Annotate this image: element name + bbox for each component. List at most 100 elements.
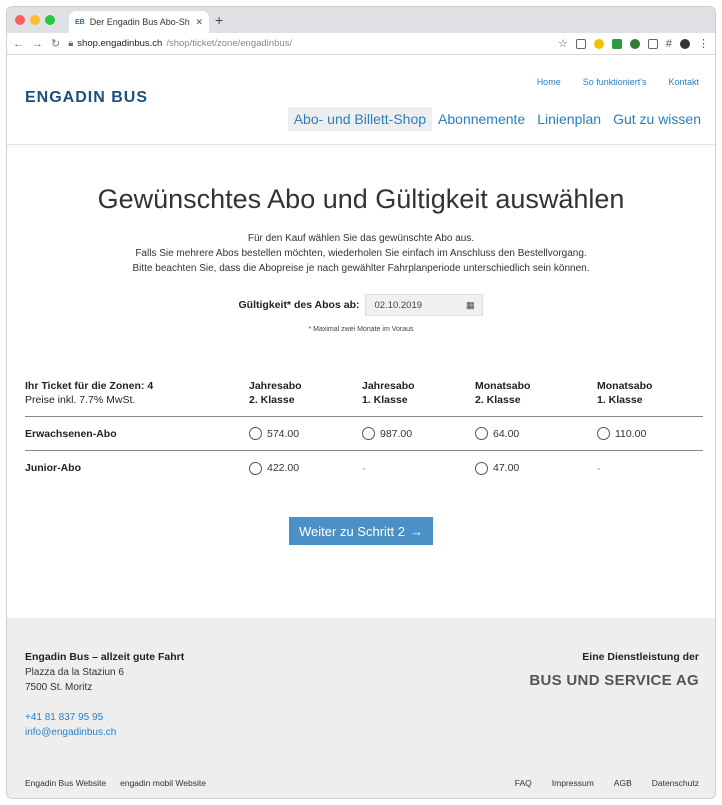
email-link[interactable]: info@engadinbus.ch xyxy=(25,725,116,740)
radio-button[interactable] xyxy=(475,427,488,440)
back-icon[interactable]: ← xyxy=(13,38,24,50)
column-header-line: 1. Klasse xyxy=(362,394,408,406)
favicon-icon: EB xyxy=(75,18,85,26)
reload-icon[interactable]: ↻ xyxy=(51,37,60,50)
price-value: 47.00 xyxy=(493,462,520,474)
price-value: - xyxy=(362,463,366,475)
phone-link[interactable]: +41 81 837 95 95 xyxy=(25,710,116,725)
column-header-line: 2. Klasse xyxy=(249,394,295,406)
top-links: Home So funktioniert's Kontakt xyxy=(537,77,699,87)
top-link-contact[interactable]: Kontakt xyxy=(668,77,699,87)
radio-button[interactable] xyxy=(597,427,610,440)
price-option[interactable]: 987.00 xyxy=(362,427,475,440)
footer-link-agb[interactable]: AGB xyxy=(614,778,632,788)
nav-item-good-to-know[interactable]: Gut zu wissen xyxy=(607,107,707,131)
price-option[interactable]: 110.00 xyxy=(597,427,703,440)
table-row: Junior-Abo 422.00 - 47.00 - xyxy=(25,451,703,485)
price-value: 574.00 xyxy=(267,427,300,440)
radio-button[interactable] xyxy=(362,427,375,440)
intro-line: Für den Kauf wählen Sie das gewünschte A… xyxy=(247,233,475,244)
nav-item-subscriptions[interactable]: Abonnemente xyxy=(432,107,531,131)
browser-tab[interactable]: EB Der Engadin Bus Abo-Shop für ✕ xyxy=(69,11,209,33)
next-step-label: Weiter zu Schritt 2 xyxy=(299,523,405,539)
extension-icon[interactable] xyxy=(647,38,658,49)
maximize-window-button[interactable] xyxy=(45,15,55,25)
new-tab-icon[interactable]: + xyxy=(215,12,223,28)
engadin-bus-logo[interactable]: ENGADIN BUS xyxy=(25,89,148,107)
price-value: 422.00 xyxy=(267,462,300,474)
price-option[interactable]: 574.00 xyxy=(249,427,362,440)
column-header: Jahresabo 2. Klasse xyxy=(249,379,362,407)
extension-icon[interactable] xyxy=(611,38,622,49)
column-header: Jahresabo 1. Klasse xyxy=(362,379,475,407)
calendar-icon[interactable]: ▦ xyxy=(466,300,475,311)
column-header: Monatsabo 1. Klasse xyxy=(597,379,703,407)
footer-link-datenschutz[interactable]: Datenschutz xyxy=(652,778,699,788)
nav-item-route-map[interactable]: Linienplan xyxy=(531,107,607,131)
star-icon[interactable]: ☆ xyxy=(558,37,568,50)
nav-item-shop[interactable]: Abo- und Billett-Shop xyxy=(287,107,433,131)
intro-line: Bitte beachten Sie, dass die Abopreise j… xyxy=(132,263,590,274)
site-footer: Engadin Bus – allzeit gute Fahrt Plazza … xyxy=(7,618,715,798)
site-header: ENGADIN BUS Home So funktioniert's Konta… xyxy=(7,55,715,145)
footer-contact: +41 81 837 95 95 info@engadinbus.ch xyxy=(25,710,116,740)
column-header-line: Monatsabo xyxy=(597,380,653,392)
price-note: Preise inkl. 7.7% MwSt. xyxy=(25,394,136,406)
radio-button[interactable] xyxy=(249,427,262,440)
extension-icon[interactable] xyxy=(575,38,586,49)
validity-date-input[interactable]: 02.10.2019 ▦ xyxy=(365,294,484,316)
bus-und-service-logo[interactable]: BUS UND SERVICE AG xyxy=(529,672,699,689)
validity-row: Gültigkeit* des Abos ab: 02.10.2019 ▦ xyxy=(7,294,715,316)
extension-icon[interactable] xyxy=(629,38,640,49)
next-step-button[interactable]: Weiter zu Schritt 2 → xyxy=(289,517,433,545)
row-label: Junior-Abo xyxy=(25,462,81,474)
main-nav: Abo- und Billett-Shop Abonnemente Linien… xyxy=(287,107,707,131)
close-tab-icon[interactable]: ✕ xyxy=(195,17,203,28)
extension-icons: ☆ # ⋮ xyxy=(558,37,709,51)
zone-label: Ihr Ticket für die Zonen: 4 xyxy=(25,380,154,392)
price-table: Ihr Ticket für die Zonen: 4 Preise inkl.… xyxy=(25,379,703,485)
row-label: Erwachsenen-Abo xyxy=(25,427,117,440)
price-value: 64.00 xyxy=(493,427,520,440)
extension-icon[interactable]: # xyxy=(666,38,672,50)
footer-link-website[interactable]: Engadin Bus Website xyxy=(25,778,106,788)
validity-note: * Maximal zwei Monate im Voraus xyxy=(308,326,414,333)
radio-button[interactable] xyxy=(475,461,488,475)
top-link-home[interactable]: Home xyxy=(537,77,561,87)
window-controls xyxy=(15,15,55,25)
top-link-how-it-works[interactable]: So funktioniert's xyxy=(583,77,647,87)
footer-left-links: Engadin Bus Website engadin mobil Websit… xyxy=(25,778,206,788)
validity-date-value: 02.10.2019 xyxy=(374,299,423,311)
url-field[interactable]: 🔒︎ shop.engadinbus.ch/shop/ticket/zone/e… xyxy=(68,38,550,49)
price-unavailable: - xyxy=(362,459,475,477)
zone-header: Ihr Ticket für die Zonen: 4 Preise inkl.… xyxy=(25,379,249,407)
footer-service-label: Eine Dienstleistung der xyxy=(582,651,699,663)
price-option[interactable]: 422.00 xyxy=(249,461,362,475)
footer-link-impressum[interactable]: Impressum xyxy=(552,778,594,788)
extension-icon[interactable] xyxy=(593,38,604,49)
tab-title: Der Engadin Bus Abo-Shop für xyxy=(89,17,191,27)
table-row: Erwachsenen-Abo 574.00 987.00 64.00 110.… xyxy=(25,417,703,451)
footer-company: Engadin Bus – allzeit gute Fahrt xyxy=(25,651,185,663)
price-option[interactable]: 64.00 xyxy=(475,427,597,440)
address-line: 7500 St. Moritz xyxy=(25,682,93,693)
minimize-window-button[interactable] xyxy=(30,15,40,25)
browser-window: EB Der Engadin Bus Abo-Shop für ✕ + ← → … xyxy=(6,6,716,799)
intro-text: Für den Kauf wählen Sie das gewünschte A… xyxy=(7,231,715,276)
menu-icon[interactable]: ⋮ xyxy=(698,37,709,50)
price-table-header: Ihr Ticket für die Zonen: 4 Preise inkl.… xyxy=(25,379,703,417)
forward-icon[interactable]: → xyxy=(32,38,43,50)
footer-link-faq[interactable]: FAQ xyxy=(515,778,532,788)
column-header: Monatsabo 2. Klasse xyxy=(475,379,597,407)
price-option[interactable]: 47.00 xyxy=(475,461,597,475)
price-value: - xyxy=(597,463,601,475)
tab-bar: EB Der Engadin Bus Abo-Shop für ✕ + xyxy=(7,7,715,33)
footer-link-engadin-mobil[interactable]: engadin mobil Website xyxy=(120,778,206,788)
address-bar: ← → ↻ 🔒︎ shop.engadinbus.ch/shop/ticket/… xyxy=(7,33,715,55)
close-window-button[interactable] xyxy=(15,15,25,25)
footer-address: Plazza da la Staziun 6 7500 St. Moritz xyxy=(25,665,124,695)
column-header-line: 2. Klasse xyxy=(475,394,521,406)
profile-icon[interactable] xyxy=(680,38,690,49)
validity-label: Gültigkeit* des Abos ab: xyxy=(238,299,360,311)
radio-button[interactable] xyxy=(249,461,262,475)
